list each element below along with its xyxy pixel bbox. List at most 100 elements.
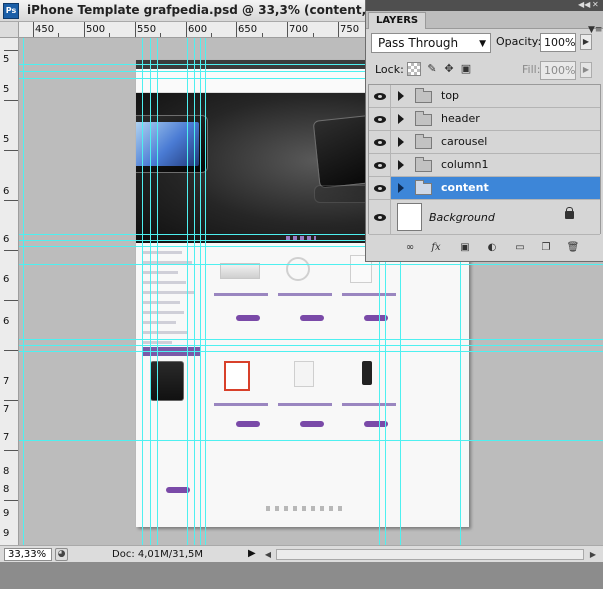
visibility-toggle[interactable] [369, 177, 391, 199]
ruler-tick [4, 150, 18, 151]
adjustment-layer-icon[interactable]: ◐ [484, 241, 500, 255]
ruler-label: 8 [3, 484, 10, 495]
folder-icon [415, 111, 432, 126]
visibility-toggle[interactable] [369, 154, 391, 176]
layer-row-header[interactable]: header [369, 108, 600, 131]
layer-name: carousel [441, 135, 488, 148]
ruler-label: 5 [3, 84, 10, 95]
fill-input[interactable]: 100% [540, 61, 576, 80]
layers-panel-footer: ∞ fx ▣ ◐ ▭ ❐ 🗑 [366, 238, 603, 258]
product-name [214, 293, 268, 296]
guide-line[interactable] [205, 38, 206, 545]
ruler-tick [338, 22, 339, 37]
visibility-toggle[interactable] [369, 200, 391, 234]
collapse-panel-icon[interactable]: ◀◀ [578, 0, 590, 10]
ruler-label: 5 [3, 54, 10, 65]
fill-slider-arrow-icon[interactable]: ▶ [580, 62, 592, 78]
visibility-toggle[interactable] [369, 108, 391, 130]
box-product-image [224, 361, 250, 391]
lock-position-icon[interactable]: ✥ [442, 62, 456, 76]
ruler-label: 5 [3, 134, 10, 145]
layer-row-background[interactable]: Background [369, 200, 600, 235]
layer-row-content[interactable]: content [369, 177, 600, 200]
guide-line[interactable] [19, 264, 603, 265]
horizontal-ruler[interactable]: 450 500 550 600 650 700 750 [0, 22, 366, 38]
ruler-tick [160, 33, 161, 37]
chevron-down-icon: ▼ [479, 39, 486, 49]
scroll-left-arrow-icon[interactable]: ◀ [262, 548, 274, 561]
trash-icon[interactable]: 🗑 [565, 241, 581, 255]
ruler-origin[interactable] [0, 22, 19, 38]
guide-line[interactable] [19, 440, 603, 441]
ruler-label: 6 [3, 234, 10, 245]
product-name [278, 293, 332, 296]
opacity-slider-arrow-icon[interactable]: ▶ [580, 34, 592, 50]
ruler-tick [313, 33, 314, 37]
expand-arrow-icon[interactable] [398, 114, 404, 124]
scroll-right-arrow-icon[interactable]: ▶ [587, 548, 599, 561]
layer-row-column1[interactable]: column1 [369, 154, 600, 177]
new-layer-icon[interactable]: ❐ [538, 241, 554, 255]
ruler-label: 550 [137, 24, 157, 35]
guide-line[interactable] [19, 339, 603, 340]
lock-icon [565, 207, 574, 219]
ruler-tick [135, 22, 136, 37]
expand-arrow-icon[interactable] [398, 91, 404, 101]
layer-name: top [441, 89, 460, 102]
ruler-tick [236, 22, 237, 37]
product-name [214, 403, 268, 406]
ruler-tick [4, 450, 18, 451]
guide-line[interactable] [187, 38, 188, 545]
ruler-label: 7 [3, 432, 10, 443]
product-button [300, 421, 324, 427]
guide-line[interactable] [19, 345, 603, 346]
layer-name: content [441, 181, 489, 194]
lock-transparent-pixels-icon[interactable] [407, 62, 421, 76]
visibility-toggle[interactable] [369, 131, 391, 153]
vertical-ruler[interactable]: 5 5 5 6 6 6 6 7 7 7 8 8 9 9 [0, 38, 19, 545]
zoom-navigator-icon[interactable]: ◕ [55, 548, 68, 561]
folder-icon [415, 88, 432, 103]
guide-line[interactable] [23, 38, 24, 545]
visibility-toggle[interactable] [369, 85, 391, 107]
ruler-tick [211, 33, 212, 37]
guide-line[interactable] [142, 38, 143, 545]
layer-row-top[interactable]: top [369, 85, 600, 108]
guide-line[interactable] [194, 38, 195, 545]
folder-icon [415, 180, 432, 195]
opacity-input[interactable]: 100% [540, 33, 576, 52]
photoshop-app-icon: Ps [3, 3, 19, 19]
ruler-tick [186, 22, 187, 37]
ruler-tick [84, 22, 85, 37]
expand-arrow-icon[interactable] [398, 183, 404, 193]
guide-line[interactable] [157, 38, 158, 545]
new-group-icon[interactable]: ▭ [512, 241, 528, 255]
add-mask-icon[interactable]: ▣ [457, 241, 473, 255]
status-menu-arrow-icon[interactable]: ▶ [248, 548, 256, 559]
horizontal-scrollbar[interactable] [276, 549, 584, 560]
guide-line[interactable] [150, 38, 151, 545]
eye-icon [374, 139, 386, 146]
product-name [342, 403, 396, 406]
expand-arrow-icon[interactable] [398, 137, 404, 147]
lock-label: Lock: [375, 63, 404, 76]
lock-all-icon[interactable]: ▣ [459, 62, 473, 76]
layers-list[interactable]: top header carousel column1 content Back… [368, 84, 601, 235]
link-layers-icon[interactable]: ∞ [402, 241, 418, 255]
close-panel-icon[interactable]: ✕ [592, 0, 599, 10]
eye-icon [374, 214, 386, 221]
guide-product-image [294, 361, 314, 387]
expand-arrow-icon[interactable] [398, 160, 404, 170]
guide-line[interactable] [200, 38, 201, 545]
lock-image-pixels-icon[interactable]: ✎ [425, 62, 439, 76]
guide-line[interactable] [19, 351, 603, 352]
layer-row-carousel[interactable]: carousel [369, 131, 600, 154]
tab-layers[interactable]: LAYERS [368, 12, 427, 29]
status-bar: 33,33% ◕ Doc: 4,01M/31,5M ▶ ◀ ▶ [0, 545, 603, 562]
blend-mode-select[interactable]: Pass Through ▼ [371, 33, 491, 53]
ruler-tick [4, 350, 18, 351]
panel-title-bar[interactable]: ◀◀ ✕ [366, 0, 603, 11]
ruler-tick [287, 22, 288, 37]
layer-style-fx-icon[interactable]: fx [428, 241, 444, 255]
zoom-level-field[interactable]: 33,33% [4, 548, 52, 561]
